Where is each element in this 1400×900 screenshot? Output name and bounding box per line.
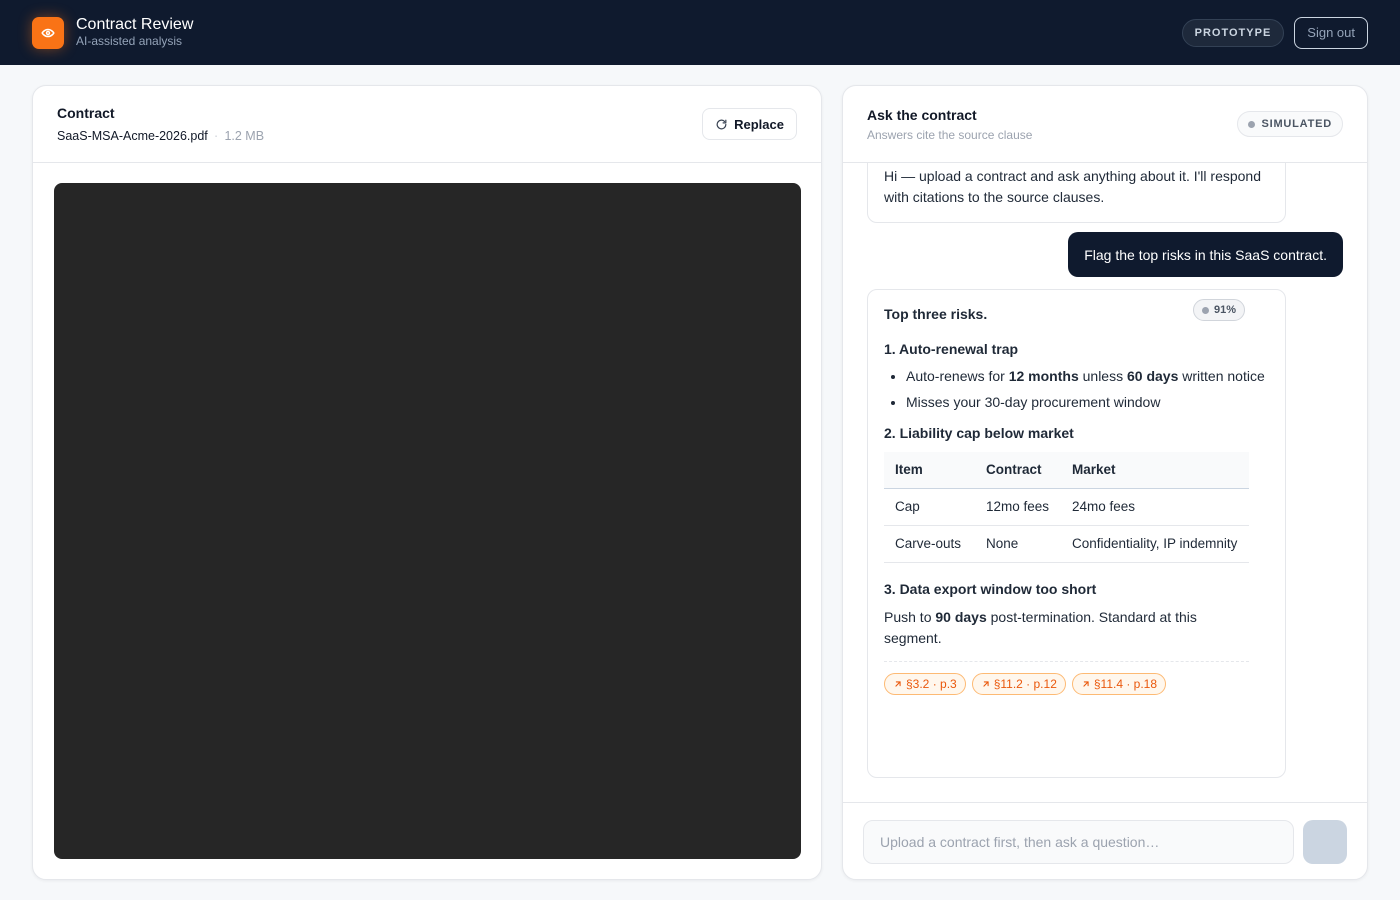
- user-message: Flag the top risks in this SaaS contract…: [1068, 232, 1343, 277]
- column-header: Contract: [975, 452, 1061, 489]
- emphasis: 12 months: [1008, 368, 1079, 384]
- file-name: SaaS-MSA-Acme-2026.pdf: [57, 129, 208, 143]
- brand: Contract Review AI-assisted analysis: [76, 16, 193, 49]
- citation-label: §11.2 · p.12: [993, 676, 1057, 691]
- confidence-badge: 91%: [1192, 299, 1245, 321]
- text-segment: Push to: [884, 608, 936, 625]
- app-logo: [32, 16, 64, 49]
- table-cell: 12mo fees: [975, 488, 1061, 526]
- simulated-badge: SIMULATED: [1237, 111, 1343, 137]
- table-row: Carve-outs None Confidentiality, IP inde…: [884, 525, 1249, 563]
- risk-3-heading: 3. Data export window too short: [884, 580, 1097, 597]
- emphasis: 60 days: [1126, 368, 1179, 384]
- risk-1-heading: 1. Auto-renewal trap: [884, 341, 1019, 357]
- chat-panel-title: Ask the contract: [867, 106, 977, 123]
- contract-panel-title: Contract: [57, 105, 115, 121]
- file-size: 1.2 MB: [224, 129, 265, 143]
- replace-button-label: Replace: [734, 116, 784, 132]
- citation-label: §11.4 · p.18: [1093, 676, 1158, 691]
- emphasis: 90 days: [935, 608, 987, 625]
- citation-chip[interactable]: §3.2 · p.3: [884, 672, 966, 695]
- composer: [843, 802, 1367, 879]
- table-row: Cap 12mo fees 24mo fees: [884, 488, 1249, 526]
- question-input[interactable]: [863, 819, 1294, 864]
- risk-1-bullets: Auto-renews for 12 months unless 60 days…: [884, 366, 1269, 413]
- citation-label: §3.2 · p.3: [906, 676, 957, 691]
- app-header: Contract Review AI-assisted analysis PRO…: [0, 0, 1400, 65]
- text-segment: written notice: [1178, 368, 1265, 384]
- chat-panel: Ask the contract Answers cite the source…: [842, 85, 1368, 880]
- confidence-value: 91%: [1213, 304, 1236, 316]
- column-header: Market: [1061, 452, 1249, 489]
- eye-icon: [41, 28, 55, 37]
- column-header: Item: [884, 452, 975, 489]
- arrow-up-right-icon: [895, 680, 901, 687]
- prototype-badge: PROTOTYPE: [1181, 18, 1285, 47]
- assistant-intro-message: Hi — upload a contract and ask anything …: [867, 163, 1286, 223]
- citation-list: §3.2 · p.3 §11.2 · p.12 §11.4 · p.18: [884, 660, 1249, 695]
- app-subtitle: AI-assisted analysis: [76, 34, 183, 48]
- table-cell: Cap: [884, 488, 975, 526]
- risk-3-body: Push to 90 days post-termination. Standa…: [884, 607, 1244, 649]
- citation-chip[interactable]: §11.4 · p.18: [1071, 672, 1167, 695]
- send-button[interactable]: [1303, 819, 1347, 864]
- citation-chip[interactable]: §11.2 · p.12: [971, 672, 1066, 695]
- text-segment: unless: [1078, 368, 1127, 384]
- contract-panel-header: Contract SaaS-MSA-Acme-2026.pdf · 1.2 MB R…: [33, 86, 821, 163]
- table-cell: None: [975, 525, 1061, 563]
- replace-button[interactable]: Replace: [702, 108, 797, 140]
- arrow-up-right-icon: [983, 680, 989, 687]
- confidence-dot-icon: [1201, 306, 1209, 314]
- risk-2-heading: 2. Liability cap below market: [884, 425, 1074, 441]
- app-title: Contract Review: [76, 16, 194, 33]
- contract-panel: Contract SaaS-MSA-Acme-2026.pdf · 1.2 MB R…: [32, 85, 822, 880]
- chat-panel-header: Ask the contract Answers cite the source…: [843, 86, 1367, 163]
- table-cell: Confidentiality, IP indemnity: [1061, 525, 1249, 563]
- sign-out-button[interactable]: Sign out: [1294, 16, 1368, 49]
- table-header-row: Item Contract Market: [884, 452, 1249, 489]
- status-dot-icon: [1248, 120, 1256, 128]
- liability-comparison-table: Item Contract Market Cap 12mo fees 24mo …: [884, 452, 1249, 563]
- text-segment: Auto-renews for: [906, 368, 1009, 384]
- chat-panel-subtitle: Answers cite the source clause: [867, 127, 1033, 142]
- file-info: SaaS-MSA-Acme-2026.pdf · 1.2 MB: [57, 127, 264, 144]
- chat-thread[interactable]: Hi — upload a contract and ask anything …: [843, 163, 1367, 803]
- file-info-separator: ·: [213, 127, 219, 143]
- assistant-answer-message: 91% Top three risks. 1. Auto-renewal tra…: [867, 289, 1286, 778]
- table-cell: 24mo fees: [1061, 488, 1249, 526]
- list-item: Auto-renews for 12 months unless 60 days…: [906, 366, 1269, 387]
- table-cell: Carve-outs: [884, 525, 975, 563]
- simulated-badge-label: SIMULATED: [1261, 118, 1332, 130]
- list-item: Misses your 30-day procurement window: [906, 392, 1269, 413]
- pdf-viewer[interactable]: [54, 183, 801, 859]
- refresh-icon: [716, 119, 727, 129]
- arrow-up-right-icon: [1083, 680, 1089, 687]
